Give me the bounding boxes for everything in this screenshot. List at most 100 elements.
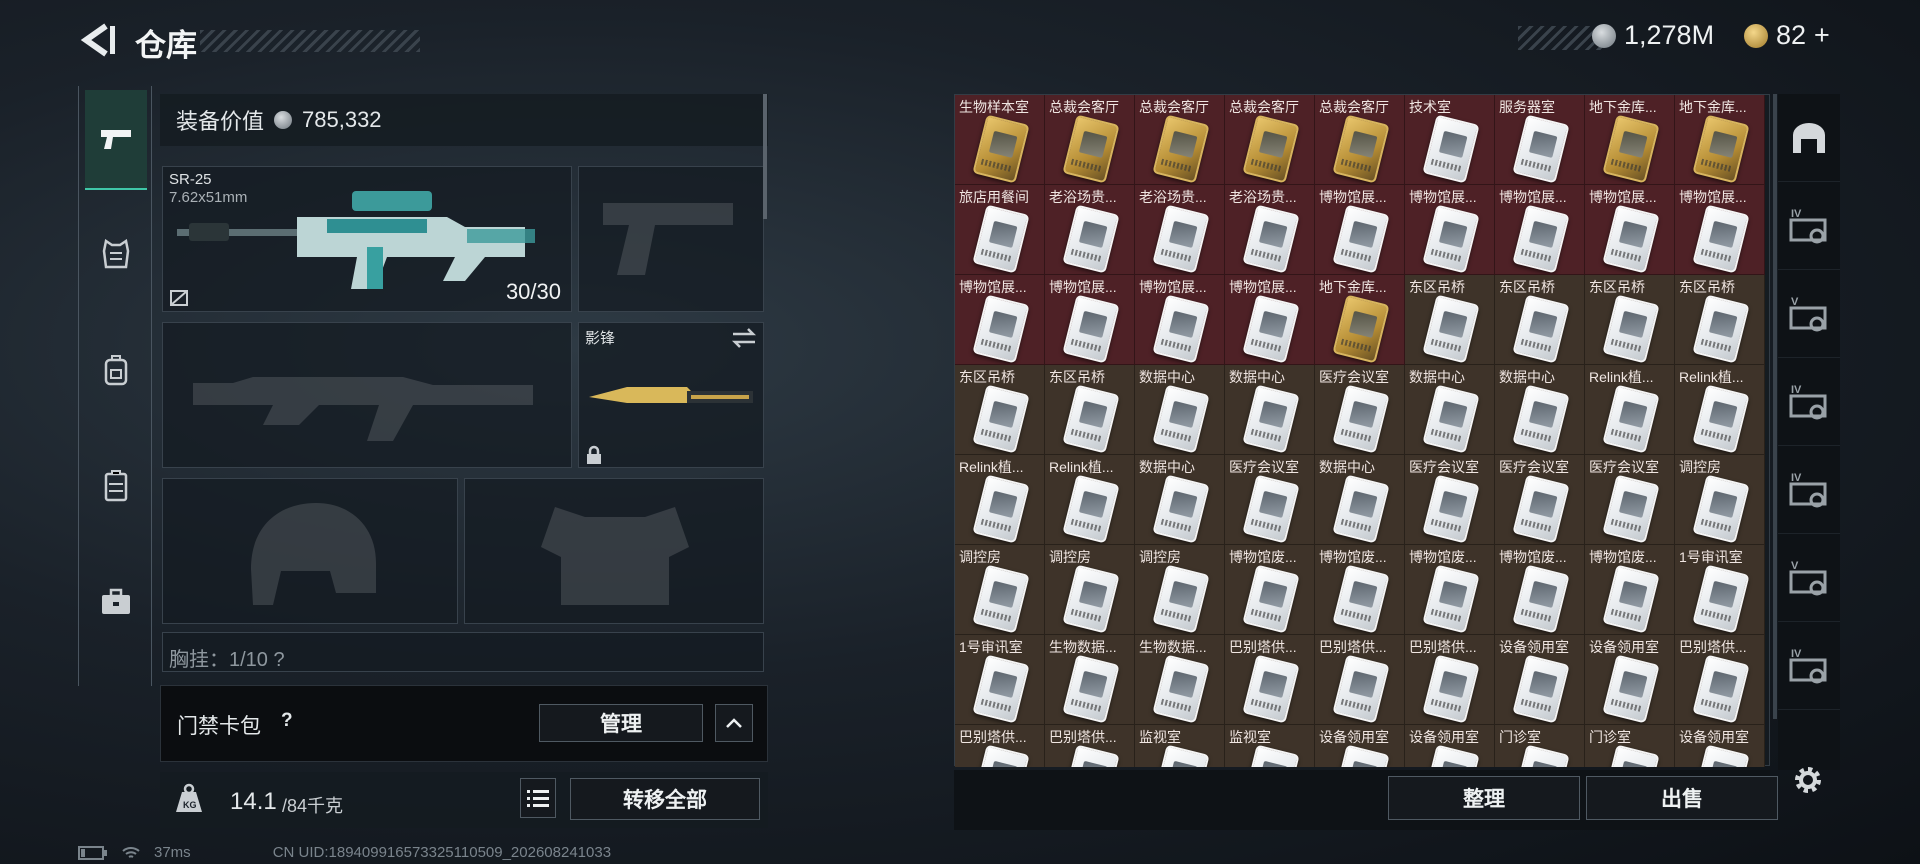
storage-cell[interactable]: 巴别塔供... — [955, 725, 1045, 767]
tab-backpack[interactable] — [85, 320, 147, 420]
storage-cell[interactable]: 调控房 — [955, 545, 1045, 635]
storage-cell[interactable]: 医疗会议室 — [1315, 365, 1405, 455]
help-icon[interactable]: ? — [281, 710, 293, 732]
filter-v-case-button[interactable]: V — [1778, 534, 1840, 622]
swap-icon[interactable] — [731, 327, 757, 349]
storage-cell[interactable]: 设备领用室 — [1315, 725, 1405, 767]
storage-cell[interactable]: 数据中心 — [1315, 455, 1405, 545]
storage-cell[interactable]: 东区吊桥 — [1405, 275, 1495, 365]
storage-cell[interactable]: 生物样本室 — [955, 95, 1045, 185]
storage-cell[interactable]: 东区吊桥 — [1585, 275, 1675, 365]
filter-iv-case-button[interactable]: IV — [1778, 446, 1840, 534]
storage-cell[interactable]: 设备领用室 — [1585, 635, 1675, 725]
storage-cell[interactable]: 博物馆展... — [1405, 185, 1495, 275]
list-view-button[interactable] — [520, 778, 556, 818]
storage-cell[interactable]: 设备领用室 — [1675, 725, 1765, 767]
storage-cell[interactable]: 医疗会议室 — [1405, 455, 1495, 545]
tab-case[interactable] — [85, 552, 147, 652]
storage-cell[interactable]: 博物馆废... — [1495, 545, 1585, 635]
storage-cell[interactable]: 医疗会议室 — [1585, 455, 1675, 545]
tab-weapons[interactable] — [85, 90, 147, 190]
helmet-slot[interactable] — [162, 478, 458, 624]
storage-cell[interactable]: 老浴场贵... — [1135, 185, 1225, 275]
storage-cell[interactable]: 博物馆废... — [1405, 545, 1495, 635]
storage-cell[interactable]: 生物数据... — [1045, 635, 1135, 725]
storage-cell[interactable]: 巴别塔供... — [1675, 635, 1765, 725]
storage-cell[interactable]: 东区吊桥 — [955, 365, 1045, 455]
storage-cell[interactable]: 调控房 — [1675, 455, 1765, 545]
storage-cell[interactable]: 东区吊桥 — [1675, 275, 1765, 365]
storage-cell[interactable]: 博物馆展... — [1675, 185, 1765, 275]
settings-button[interactable] — [1790, 762, 1830, 802]
storage-cell[interactable]: 医疗会议室 — [1225, 455, 1315, 545]
storage-cell[interactable]: 博物馆废... — [1315, 545, 1405, 635]
storage-cell[interactable]: 数据中心 — [1135, 455, 1225, 545]
equipment-scrollbar[interactable] — [763, 94, 767, 219]
storage-cell[interactable]: 总裁会客厅 — [1315, 95, 1405, 185]
storage-cell[interactable]: 东区吊桥 — [1045, 365, 1135, 455]
storage-cell[interactable]: 老浴场贵... — [1045, 185, 1135, 275]
storage-cell[interactable]: 博物馆展... — [1315, 185, 1405, 275]
storage-cell[interactable]: 总裁会客厅 — [1045, 95, 1135, 185]
storage-cell[interactable]: 调控房 — [1045, 545, 1135, 635]
storage-cell[interactable]: 博物馆展... — [1225, 275, 1315, 365]
storage-cell[interactable]: 博物馆展... — [1585, 185, 1675, 275]
storage-cell[interactable]: 巴别塔供... — [1225, 635, 1315, 725]
storage-cell[interactable]: Relink植... — [1675, 365, 1765, 455]
storage-cell[interactable]: 数据中心 — [1225, 365, 1315, 455]
storage-cell[interactable]: 数据中心 — [1495, 365, 1585, 455]
storage-cell[interactable]: 东区吊桥 — [1495, 275, 1585, 365]
storage-cell[interactable]: Relink植... — [1045, 455, 1135, 545]
storage-cell[interactable]: 数据中心 — [1405, 365, 1495, 455]
storage-cell[interactable]: 博物馆展... — [1045, 275, 1135, 365]
rig-slot[interactable]: 胸挂：1/10 ? — [162, 632, 764, 672]
storage-cell[interactable]: 博物馆展... — [1135, 275, 1225, 365]
storage-cell[interactable]: 地下金库... — [1675, 95, 1765, 185]
manage-button[interactable]: 管理 — [539, 704, 703, 742]
storage-cell[interactable]: 1号审讯室 — [1675, 545, 1765, 635]
storage-cell[interactable]: 设备领用室 — [1405, 725, 1495, 767]
storage-cell[interactable]: 医疗会议室 — [1495, 455, 1585, 545]
primary-weapon-slot[interactable]: SR-25 7.62x51mm 30/30 — [162, 166, 572, 312]
storage-cell[interactable]: 生物数据... — [1135, 635, 1225, 725]
sort-button[interactable]: 整理 — [1388, 776, 1580, 820]
storage-scrollbar[interactable] — [1773, 94, 1777, 719]
storage-cell[interactable]: 调控房 — [1135, 545, 1225, 635]
filter-iv-case-button[interactable]: IV — [1778, 182, 1840, 270]
melee-slot[interactable]: 影锋 — [578, 322, 764, 468]
storage-cell[interactable]: 巴别塔供... — [1315, 635, 1405, 725]
storage-cell[interactable]: 地下金库... — [1585, 95, 1675, 185]
tab-rig[interactable] — [85, 436, 147, 536]
expand-button[interactable] — [715, 704, 753, 742]
currency-silver[interactable]: 1,278M — [1592, 20, 1714, 51]
currency-gold[interactable]: 82 + — [1744, 20, 1830, 51]
storage-cell[interactable]: 地下金库... — [1315, 275, 1405, 365]
storage-cell[interactable]: 博物馆废... — [1225, 545, 1315, 635]
storage-cell[interactable]: 技术室 — [1405, 95, 1495, 185]
transfer-all-button[interactable]: 转移全部 — [570, 778, 760, 820]
storage-cell[interactable]: 监视室 — [1135, 725, 1225, 767]
filter-iv-case-button[interactable]: IV — [1778, 358, 1840, 446]
storage-cell[interactable]: 1号审讯室 — [955, 635, 1045, 725]
armor-slot[interactable] — [464, 478, 764, 624]
filter-v-case-button[interactable]: V — [1778, 270, 1840, 358]
storage-cell[interactable]: Relink植... — [1585, 365, 1675, 455]
storage-cell[interactable]: 博物馆展... — [955, 275, 1045, 365]
filter-arch-button[interactable] — [1778, 94, 1840, 182]
sell-button[interactable]: 出售 — [1586, 776, 1778, 820]
storage-cell[interactable]: 老浴场贵... — [1225, 185, 1315, 275]
storage-cell[interactable]: 博物馆展... — [1495, 185, 1585, 275]
storage-cell[interactable]: 巴别塔供... — [1405, 635, 1495, 725]
storage-cell[interactable]: 数据中心 — [1135, 365, 1225, 455]
storage-cell[interactable]: 旅店用餐间 — [955, 185, 1045, 275]
storage-cell[interactable]: 总裁会客厅 — [1135, 95, 1225, 185]
filter-iv-case-button[interactable]: IV — [1778, 622, 1840, 710]
storage-cell[interactable]: 博物馆废... — [1585, 545, 1675, 635]
storage-cell[interactable]: 巴别塔供... — [1045, 725, 1135, 767]
storage-cell[interactable]: 设备领用室 — [1495, 635, 1585, 725]
storage-cell[interactable]: 总裁会客厅 — [1225, 95, 1315, 185]
pistol-slot[interactable] — [578, 166, 764, 312]
storage-cell[interactable]: 监视室 — [1225, 725, 1315, 767]
storage-cell[interactable]: 门诊室 — [1495, 725, 1585, 767]
secondary-weapon-slot[interactable] — [162, 322, 572, 468]
